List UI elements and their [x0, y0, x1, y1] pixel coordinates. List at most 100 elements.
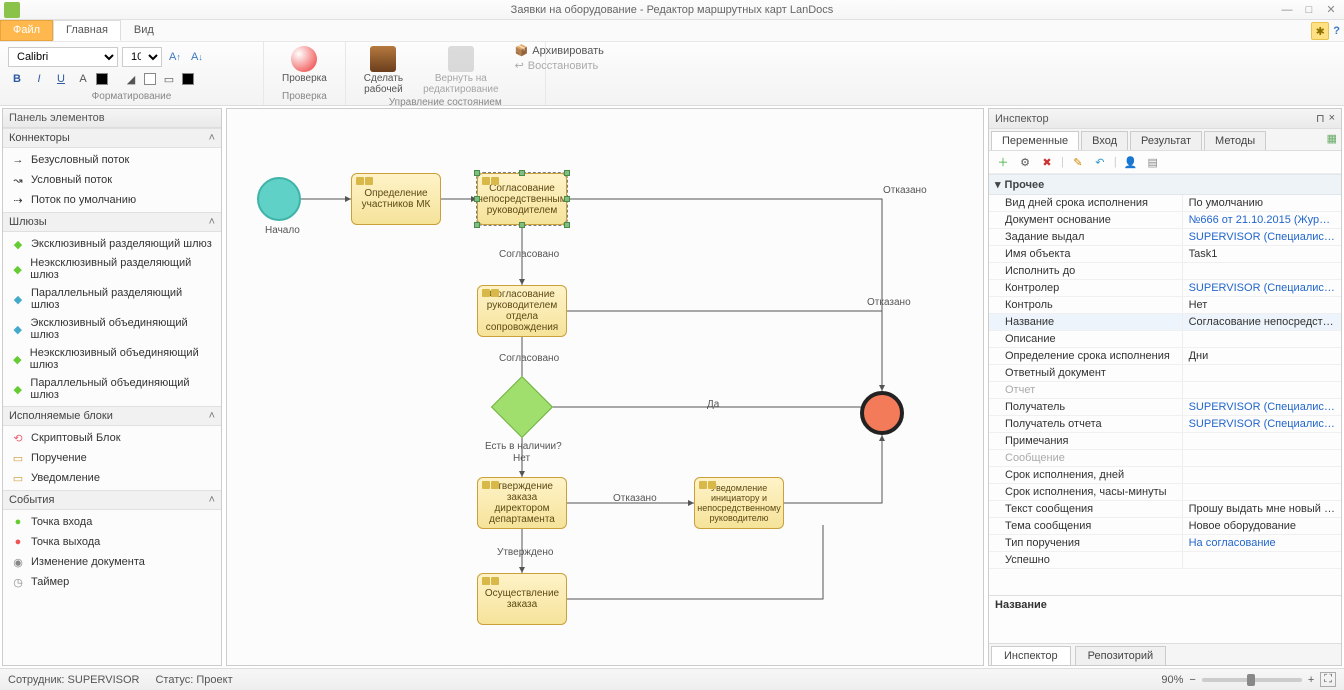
section-connectors[interactable]: Коннекторы˄: [3, 128, 221, 148]
prop-row[interactable]: Отчет: [989, 382, 1341, 399]
prop-row[interactable]: Вид дней срока исполненияПо умолчанию: [989, 195, 1341, 212]
font-name-select[interactable]: Calibri: [8, 47, 118, 67]
prop-value[interactable]: Новое оборудование: [1183, 518, 1341, 534]
delete-icon[interactable]: ✖: [1039, 154, 1055, 170]
item-task[interactable]: ▭Поручение: [3, 448, 221, 468]
node-t3[interactable]: Согласование руководителем отдела сопров…: [477, 285, 567, 337]
restore-button[interactable]: ↩Восстановить: [515, 59, 604, 72]
return-edit-button[interactable]: Вернуть на редактирование: [413, 44, 509, 97]
gear-icon[interactable]: ⚙: [1017, 154, 1033, 170]
item-notification[interactable]: ▭Уведомление: [3, 468, 221, 488]
zoom-in-button[interactable]: +: [1308, 674, 1314, 686]
item-nonexcl-split[interactable]: ◆Неэксклюзивный разделяющий шлюз: [3, 254, 221, 284]
item-unconditional-flow[interactable]: →Безусловный поток: [3, 150, 221, 170]
prop-value[interactable]: Согласование непосредственны...: [1183, 314, 1341, 330]
person-icon[interactable]: 👤: [1123, 154, 1139, 170]
line-color-button[interactable]: ▭: [160, 70, 178, 88]
tab-add-icon[interactable]: ▦: [1327, 132, 1337, 145]
item-excl-split[interactable]: ◆Эксклюзивный разделяющий шлюз: [3, 234, 221, 254]
prop-value[interactable]: [1183, 433, 1341, 449]
prop-value[interactable]: SUPERVISOR (Специалист, ООО "...: [1183, 416, 1341, 432]
zoom-out-button[interactable]: −: [1189, 674, 1195, 686]
prop-value[interactable]: На согласование: [1183, 535, 1341, 551]
minimize-button[interactable]: —: [1278, 3, 1296, 17]
node-t6[interactable]: Осуществление заказа: [477, 573, 567, 625]
pin-icon[interactable]: ⊓: [1316, 112, 1325, 125]
prop-value[interactable]: Task1: [1183, 246, 1341, 262]
edit-icon[interactable]: ✎: [1070, 154, 1086, 170]
item-nonexcl-join[interactable]: ◆Неэксклюзивный объединяющий шлюз: [3, 344, 221, 374]
prop-value[interactable]: [1183, 365, 1341, 381]
prop-row[interactable]: Задание выдалSUPERVISOR (Специалист, ООО…: [989, 229, 1341, 246]
item-exit[interactable]: ●Точка выхода: [3, 532, 221, 552]
font-color-button[interactable]: A: [74, 70, 92, 88]
prop-row[interactable]: Успешно: [989, 552, 1341, 569]
tab-variables[interactable]: Переменные: [991, 131, 1079, 150]
prop-value[interactable]: №666 от 21.10.2015 (Журнал...: [1183, 212, 1341, 228]
archive-button[interactable]: 📦Архивировать: [515, 44, 604, 57]
add-var-icon[interactable]: ＋: [995, 154, 1011, 170]
prop-value[interactable]: Прошу выдать мне новый монитор: [1183, 501, 1341, 517]
item-excl-join[interactable]: ◆Эксклюзивный объединяющий шлюз: [3, 314, 221, 344]
underline-button[interactable]: U: [52, 70, 70, 88]
prop-value[interactable]: [1183, 552, 1341, 568]
tab-home[interactable]: Главная: [53, 20, 121, 41]
item-timer[interactable]: ◷Таймер: [3, 572, 221, 592]
prop-row[interactable]: Ответный документ: [989, 365, 1341, 382]
node-t2[interactable]: Согласование непосредственным руководите…: [477, 173, 567, 225]
prop-value[interactable]: [1183, 467, 1341, 483]
canvas[interactable]: Начало Определение участников МК Согласо…: [226, 108, 984, 666]
prop-row[interactable]: Определение срока исполненияДни: [989, 348, 1341, 365]
prop-value[interactable]: [1183, 263, 1341, 279]
prop-row[interactable]: ПолучательSUPERVISOR (Специалист, ООО ".…: [989, 399, 1341, 416]
close-button[interactable]: ✕: [1322, 3, 1340, 17]
prop-value[interactable]: По умолчанию: [1183, 195, 1341, 211]
fill-color-button[interactable]: ◢: [122, 70, 140, 88]
item-script-block[interactable]: ⟲Скриптовый Блок: [3, 428, 221, 448]
tab-input[interactable]: Вход: [1081, 131, 1128, 150]
tab-result[interactable]: Результат: [1130, 131, 1202, 150]
node-end[interactable]: [860, 391, 904, 435]
help-icon[interactable]: ?: [1333, 25, 1340, 37]
prop-row[interactable]: КонтрольНет: [989, 297, 1341, 314]
prop-row[interactable]: Срок исполнения, дней: [989, 467, 1341, 484]
prop-value[interactable]: SUPERVISOR (Специалист, ООО "...: [1183, 280, 1341, 296]
node-t1[interactable]: Определение участников МК: [351, 173, 441, 225]
prop-row[interactable]: Получатель отчетаSUPERVISOR (Специалист,…: [989, 416, 1341, 433]
prop-value[interactable]: SUPERVISOR (Специалист, ООО "...: [1183, 399, 1341, 415]
node-start[interactable]: [257, 177, 301, 221]
fit-icon[interactable]: ⛶: [1320, 672, 1336, 687]
prop-row[interactable]: Тема сообщенияНовое оборудование: [989, 518, 1341, 535]
close-panel-icon[interactable]: ×: [1329, 112, 1335, 125]
line-color-swatch[interactable]: [182, 73, 194, 85]
item-conditional-flow[interactable]: ↝Условный поток: [3, 170, 221, 190]
tab-methods[interactable]: Методы: [1204, 131, 1266, 150]
item-default-flow[interactable]: ⇢Поток по умолчанию: [3, 190, 221, 210]
prop-row[interactable]: Описание: [989, 331, 1341, 348]
fill-color-swatch[interactable]: [144, 73, 156, 85]
undo-icon[interactable]: ↶: [1092, 154, 1108, 170]
item-doc-change[interactable]: ◉Изменение документа: [3, 552, 221, 572]
prop-value[interactable]: Дни: [1183, 348, 1341, 364]
prop-row[interactable]: Исполнить до: [989, 263, 1341, 280]
item-parallel-join[interactable]: ◆Параллельный объединяющий шлюз: [3, 374, 221, 404]
prop-row[interactable]: Примечания: [989, 433, 1341, 450]
prop-value[interactable]: [1183, 331, 1341, 347]
grow-font-icon[interactable]: A↑: [166, 48, 184, 66]
make-work-button[interactable]: Сделать рабочей: [354, 44, 413, 97]
prop-row[interactable]: Имя объектаTask1: [989, 246, 1341, 263]
prop-row[interactable]: Документ основание№666 от 21.10.2015 (Жу…: [989, 212, 1341, 229]
prop-row[interactable]: Сообщение: [989, 450, 1341, 467]
prop-value[interactable]: SUPERVISOR (Специалист, ООО "...: [1183, 229, 1341, 245]
zoom-slider[interactable]: [1202, 678, 1302, 682]
italic-button[interactable]: I: [30, 70, 48, 88]
prop-value[interactable]: [1183, 484, 1341, 500]
shrink-font-icon[interactable]: A↓: [188, 48, 206, 66]
section-blocks[interactable]: Исполняемые блоки˄: [3, 406, 221, 426]
doc-icon[interactable]: ▤: [1145, 154, 1161, 170]
puzzle-icon[interactable]: ✱: [1311, 22, 1329, 40]
check-button[interactable]: Проверка: [272, 44, 337, 86]
node-t4[interactable]: Утверждение заказа директором департамен…: [477, 477, 567, 529]
node-t5[interactable]: Уведомление инициатору и непосредственно…: [694, 477, 784, 529]
prop-row[interactable]: Текст сообщенияПрошу выдать мне новый мо…: [989, 501, 1341, 518]
